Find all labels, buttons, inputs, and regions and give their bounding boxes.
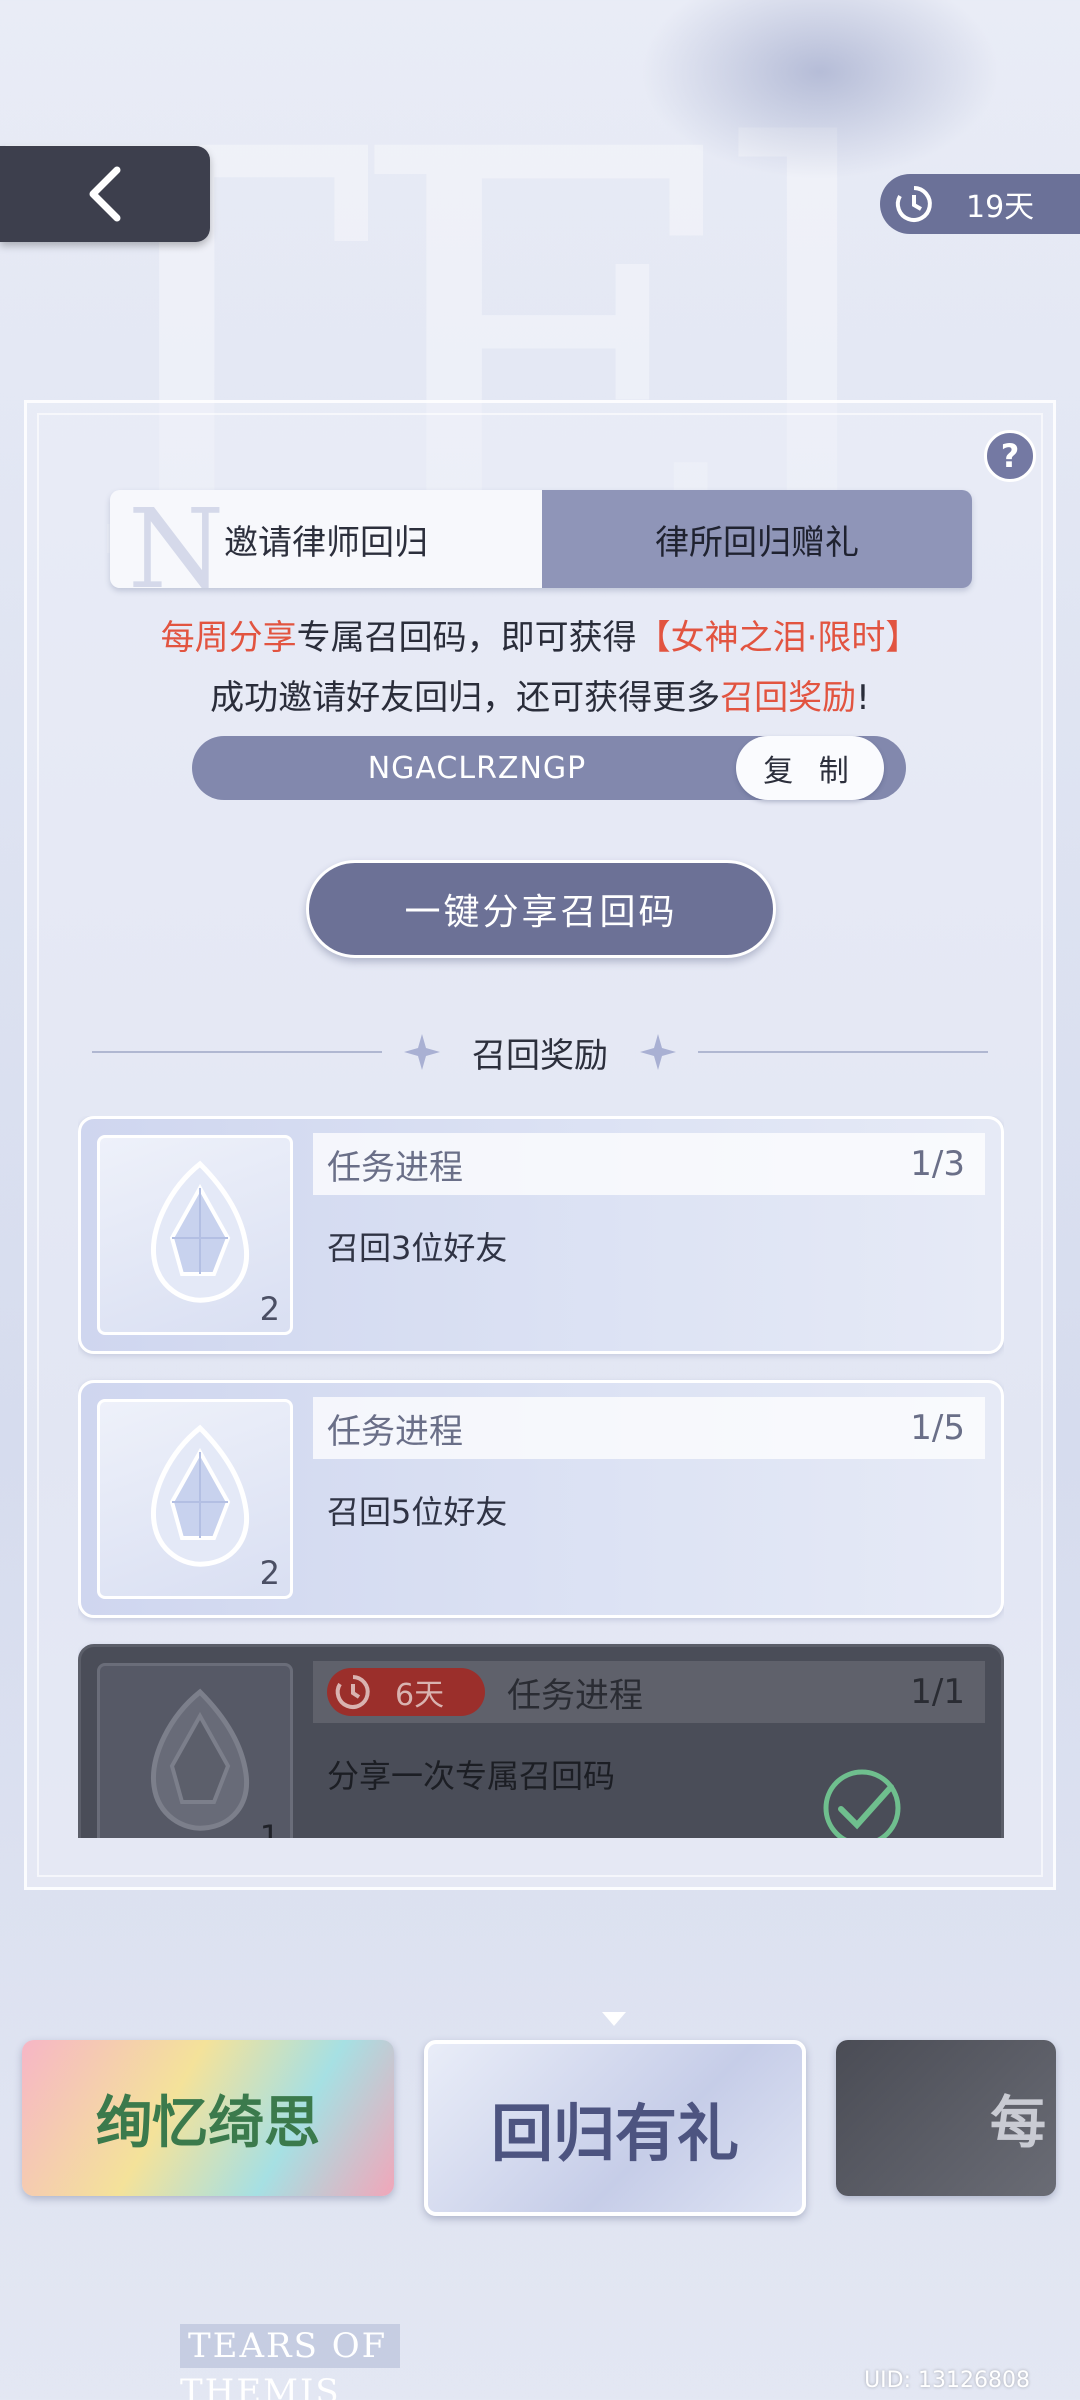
chevron-left-icon [89,166,121,222]
reward-item[interactable]: 2 [97,1399,293,1599]
reward-quantity: 2 [259,1290,280,1328]
reward-item[interactable]: 2 [97,1135,293,1335]
description-line-1: 每周分享专属召回码，即可获得【女神之泪·限时】 [0,610,1080,659]
task-header-label: 任务进程 [507,1675,643,1716]
tab-return-gift[interactable]: 律所回归赠礼 [542,490,972,588]
description-text: 专属召回码，即可获得 [296,618,637,658]
game-logo: TEARS OF [180,2324,400,2368]
divider [698,1051,988,1053]
copy-button[interactable]: 复 制 [736,736,884,800]
description-text: ! [856,678,870,718]
task-card-completed: 1 6天 任务进程 1/1 分享一次专属召回码 [78,1644,1004,1838]
task-list[interactable]: 2 任务进程 1/3 召回3位好友 2 任务进程 1/5 召回5位好友 1 6天… [78,1116,1004,1838]
clock-icon [335,1675,370,1709]
event-banner[interactable]: 每 [836,2040,1056,2196]
clock-icon [895,186,932,222]
background-bird-decoration [640,0,1000,180]
task-description: 召回5位好友 [327,1493,508,1531]
section-title: 召回奖励 [472,1035,608,1076]
highlight-text: 召回奖励 [720,678,857,718]
event-banner-carousel[interactable]: 绚忆绮思 回归有礼 每 [0,2020,1080,2230]
help-button[interactable]: ? [984,430,1036,482]
task-header: 任务进程 1/5 [313,1397,985,1459]
tab-decoration: N [128,490,225,588]
highlight-text: 每周分享 [160,618,297,658]
reward-quantity: 1 [259,1818,280,1838]
tab-label: 邀请律师回归 [224,522,428,563]
reward-quantity: 2 [259,1554,280,1592]
game-logo-line-2: THEMIS [180,2372,341,2400]
task-description: 召回3位好友 [327,1229,508,1267]
sparkle-icon [640,1034,676,1070]
tear-gem-icon [150,1688,250,1831]
reward-text: 【女神之泪·限时】 [636,618,920,658]
question-mark-icon: ? [1000,437,1020,475]
description-text: 成功邀请好友回归，还可获得更多 [210,678,721,718]
user-id: UID: 13126808 [864,2368,1030,2393]
event-banner[interactable]: 绚忆绮思 [22,2040,394,2196]
share-code-button[interactable]: 一键分享召回码 [306,860,776,958]
task-card: 2 任务进程 1/5 召回5位好友 [78,1380,1004,1618]
task-progress: 1/3 [910,1144,965,1184]
task-progress: 1/1 [910,1672,965,1712]
recall-code-bar: NGACLRZNGP 复 制 [192,736,906,800]
tab-bar: N 邀请律师回归 律所回归赠礼 [110,490,972,588]
time-limit-badge: 6天 [327,1668,485,1716]
checkmark-icon [823,1769,901,1838]
tab-invite-lawyer[interactable]: N 邀请律师回归 [110,490,542,588]
divider [92,1051,382,1053]
task-progress: 1/5 [910,1408,965,1448]
time-limit-text: 6天 [395,1678,445,1713]
task-description: 分享一次专属召回码 [327,1757,616,1795]
back-button[interactable] [0,146,210,242]
sparkle-icon [404,1034,440,1070]
task-header-label: 任务进程 [327,1147,463,1188]
tab-label: 律所回归赠礼 [655,522,859,563]
task-header: 6天 任务进程 1/1 [313,1661,985,1723]
reward-item[interactable]: 1 [97,1663,293,1838]
tear-gem-icon [150,1160,250,1303]
event-banner-active[interactable]: 回归有礼 [424,2040,806,2216]
recall-code: NGACLRZNGP [367,750,587,786]
task-header-label: 任务进程 [327,1411,463,1452]
task-card: 2 任务进程 1/3 召回3位好友 [78,1116,1004,1354]
remaining-days: 19天 [966,190,1035,225]
remaining-time-chip: 19天 [880,174,1080,234]
section-header: 召回奖励 [0,1022,1080,1082]
tear-gem-icon [150,1424,250,1567]
task-header: 任务进程 1/3 [313,1133,985,1195]
description-line-2: 成功邀请好友回归，还可获得更多召回奖励! [0,670,1080,719]
